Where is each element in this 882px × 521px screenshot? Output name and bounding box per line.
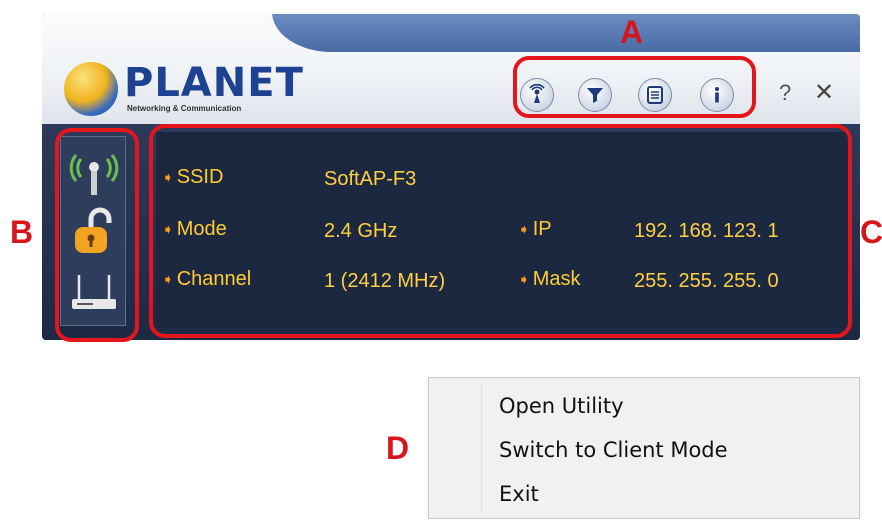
close-button[interactable]: ✕ bbox=[814, 78, 834, 107]
annotation-label-d: D bbox=[386, 430, 410, 466]
title-bar-accent bbox=[272, 14, 860, 52]
logo-name: PLANET bbox=[124, 60, 304, 106]
menu-item-exit[interactable]: Exit bbox=[499, 482, 539, 506]
planet-logo: PLANET Networking & Communication bbox=[64, 62, 303, 122]
logo-globe-icon bbox=[64, 62, 118, 116]
annotation-label-a: A bbox=[620, 14, 644, 50]
menu-item-switch-to-client-mode[interactable]: Switch to Client Mode bbox=[499, 438, 728, 462]
menu-item-open-utility[interactable]: Open Utility bbox=[499, 394, 624, 418]
help-button[interactable]: ? bbox=[779, 80, 791, 106]
tray-context-menu: Open Utility Switch to Client Mode Exit bbox=[428, 377, 860, 519]
annotation-box-b bbox=[55, 128, 139, 342]
annotation-label-b: B bbox=[10, 214, 34, 250]
annotation-box-a bbox=[513, 56, 756, 118]
annotation-box-c bbox=[149, 124, 852, 338]
logo-tagline: Networking & Communication bbox=[127, 104, 242, 113]
annotation-label-c: C bbox=[860, 214, 882, 250]
menu-gutter-divider bbox=[481, 384, 482, 512]
